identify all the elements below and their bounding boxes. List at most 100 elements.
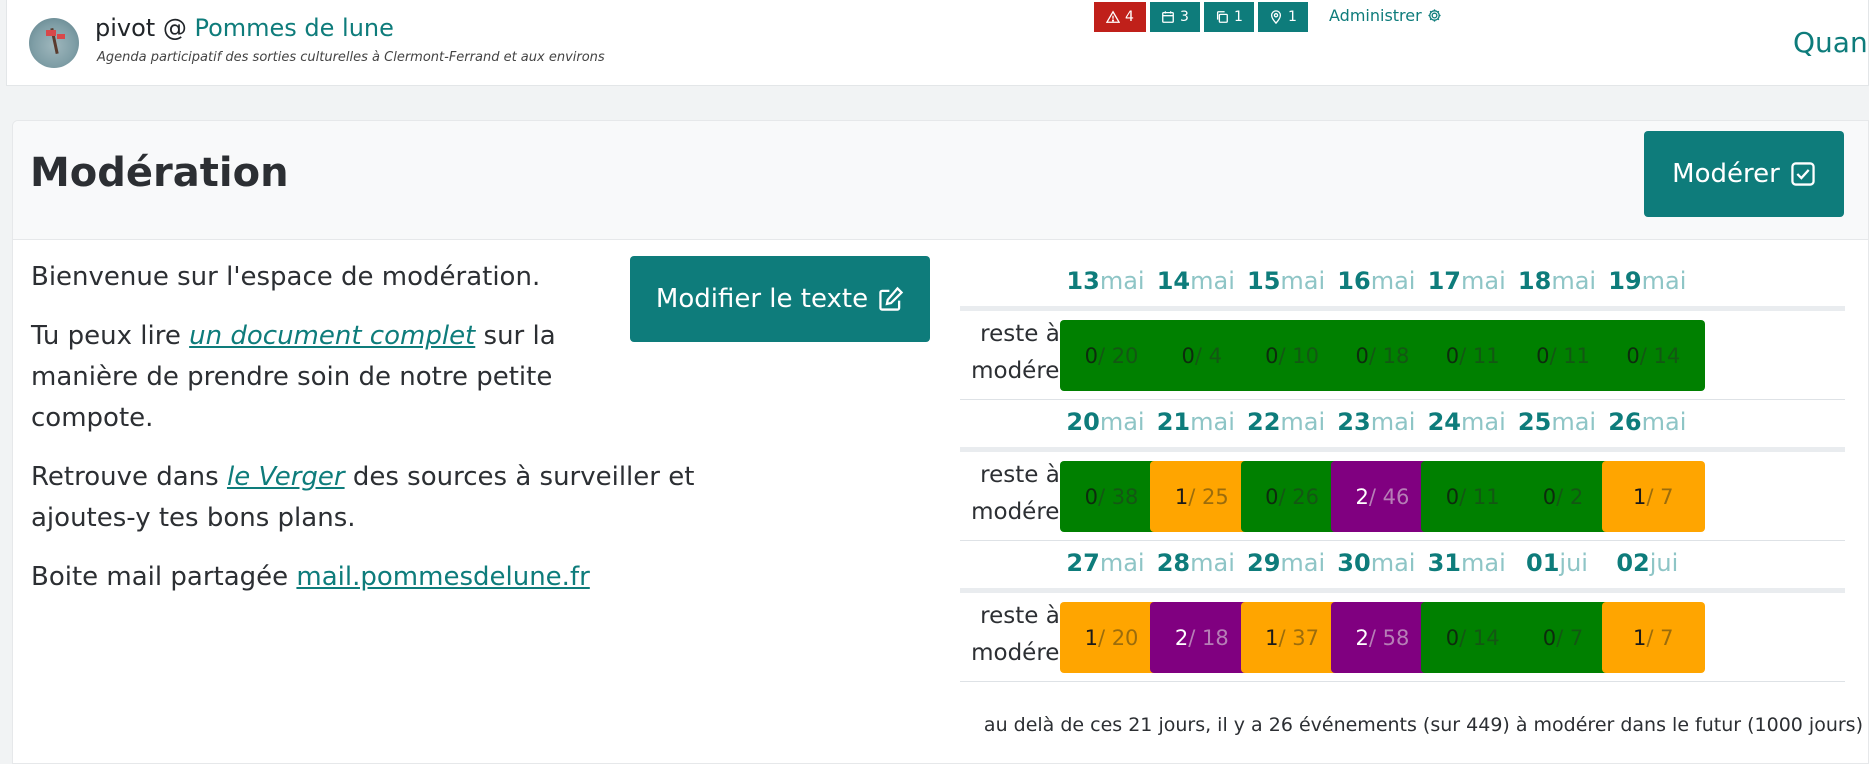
day-moderation-cell[interactable]: 2/ 58	[1330, 602, 1434, 673]
day-moderation-cell[interactable]: 0/ 14	[1421, 602, 1525, 673]
day-moderation-cell[interactable]: 0/ 10	[1240, 320, 1344, 391]
alerts-counter[interactable]: 4	[1094, 2, 1146, 32]
date-month: jui	[1649, 549, 1679, 577]
total-count: / 37	[1278, 625, 1320, 650]
date-day: 01	[1526, 549, 1560, 577]
document-link[interactable]: un document complet	[189, 321, 475, 351]
date-month: mai	[1641, 267, 1687, 295]
page-title: Modération	[30, 150, 289, 196]
mail-link[interactable]: mail.pommesdelune.fr	[296, 562, 589, 592]
remaining-count: 0	[1445, 484, 1460, 509]
date-day: 27	[1066, 549, 1100, 577]
date-month: mai	[1190, 549, 1235, 577]
remaining-count: 1	[1633, 625, 1647, 650]
remaining-count: 2	[1355, 484, 1369, 509]
date-label: 19mai	[1594, 267, 1701, 295]
brand-link[interactable]: Pommes de lune	[194, 14, 393, 42]
day-moderation-cell[interactable]: 0/ 20	[1060, 320, 1163, 391]
total-count: / 11	[1459, 343, 1500, 368]
notification-counters: 4 3 1 1	[1094, 2, 1308, 32]
date-day: 24	[1427, 408, 1461, 436]
day-moderation-cell[interactable]: 0/ 18	[1330, 320, 1434, 391]
date-day: 26	[1608, 408, 1642, 436]
events-count: 3	[1180, 9, 1189, 25]
day-moderation-cell[interactable]: 0/ 38	[1060, 461, 1163, 532]
remaining-count: 1	[1265, 625, 1279, 650]
day-moderation-cell[interactable]: 0/ 11	[1421, 461, 1525, 532]
date-day: 21	[1156, 408, 1191, 436]
total-count: / 26	[1278, 484, 1320, 509]
places-counter[interactable]: 1	[1258, 2, 1308, 32]
date-day: 02	[1616, 549, 1650, 577]
week-date-header: 13mai 14mai 15mai 16mai 17mai 18mai 19mai	[960, 259, 1845, 311]
intro-document-before: Tu peux lire	[31, 321, 190, 351]
nav-link-quand[interactable]: Quand	[1793, 26, 1869, 59]
total-count: / 11	[1549, 343, 1590, 368]
site-logo[interactable]	[29, 18, 79, 68]
edit-text-button[interactable]: Modifier le texte	[630, 256, 930, 342]
date-month: mai	[1099, 549, 1145, 577]
date-day: 17	[1427, 267, 1461, 295]
day-moderation-cell[interactable]: 1/ 7	[1601, 602, 1705, 673]
total-count: / 14	[1459, 625, 1500, 650]
remaining-count: 0	[1265, 343, 1279, 368]
date-day: 22	[1247, 408, 1281, 436]
remaining-count: 0	[1084, 343, 1098, 368]
intro-verger-before: Retrouve dans	[31, 462, 227, 492]
verger-link[interactable]: le Verger	[227, 462, 345, 492]
day-moderation-cell[interactable]: 0/ 4	[1150, 320, 1254, 391]
remaining-count: 1	[1174, 484, 1189, 509]
day-moderation-cell[interactable]: 2/ 18	[1150, 602, 1254, 673]
remaining-count: 0	[1542, 484, 1557, 509]
day-moderation-cell[interactable]: 0/ 7	[1511, 602, 1615, 673]
day-moderation-cell[interactable]: 1/ 37	[1240, 602, 1344, 673]
day-moderation-cell[interactable]: 1/ 25	[1150, 461, 1254, 532]
alerts-count: 4	[1125, 9, 1134, 25]
date-day: 23	[1337, 408, 1371, 436]
date-month: mai	[1280, 267, 1326, 295]
remaining-count: 1	[1633, 484, 1647, 509]
week-date-header: 20mai 21mai 22mai 23mai 24mai 25mai 26mai	[960, 400, 1845, 452]
total-count: / 20	[1097, 343, 1139, 368]
date-day: 15	[1247, 267, 1281, 295]
day-moderation-cell[interactable]: 2/ 46	[1330, 461, 1434, 532]
duplicates-counter[interactable]: 1	[1204, 2, 1254, 32]
copy-icon	[1217, 11, 1228, 23]
date-month: mai	[1461, 267, 1506, 295]
day-moderation-cell[interactable]: 0/ 14	[1601, 320, 1705, 391]
date-day: 31	[1427, 549, 1461, 577]
future-events-footnote: au delà de ces 21 jours, il y a 26 événe…	[983, 714, 1863, 736]
date-day: 18	[1517, 267, 1552, 295]
day-moderation-cell[interactable]: 1/ 7	[1601, 461, 1705, 532]
date-day: 20	[1066, 408, 1100, 436]
day-moderation-cell[interactable]: 0/ 11	[1511, 320, 1615, 391]
total-count: / 7	[1646, 484, 1674, 509]
day-moderation-cell[interactable]: 0/ 2	[1511, 461, 1615, 532]
site-title: pivot @ Pommes de lune	[95, 14, 394, 42]
date-month: mai	[1461, 408, 1506, 436]
day-moderation-cell[interactable]: 0/ 11	[1421, 320, 1525, 391]
moderate-button[interactable]: Modérer	[1644, 131, 1844, 217]
edit-square-icon	[879, 286, 904, 311]
intro-document: Tu peux lire un document complet sur la …	[31, 316, 591, 439]
total-count: / 38	[1097, 484, 1139, 509]
remaining-count: 0	[1355, 343, 1369, 368]
moderation-calendar: 13mai 14mai 15mai 16mai 17mai 18mai 19mai reste…	[960, 259, 1845, 682]
date-day: 28	[1156, 549, 1191, 577]
intro-mail-before: Boite mail partagée	[31, 562, 297, 592]
day-moderation-cell[interactable]: 1/ 20	[1060, 602, 1163, 673]
remaining-count: 0	[1265, 484, 1279, 509]
date-day: 29	[1247, 549, 1281, 577]
remaining-count: 0	[1536, 343, 1550, 368]
date-label: 26mai	[1594, 408, 1701, 436]
date-day: 19	[1608, 267, 1642, 295]
day-moderation-cell[interactable]: 0/ 26	[1240, 461, 1344, 532]
admin-label: Administrer	[1329, 6, 1422, 25]
date-month: mai	[1551, 408, 1597, 436]
date-month: mai	[1280, 549, 1326, 577]
admin-menu-link[interactable]: Administrer	[1329, 6, 1442, 25]
date-month: mai	[1190, 408, 1235, 436]
events-counter[interactable]: 3	[1150, 2, 1200, 32]
total-count: / 10	[1278, 343, 1320, 368]
map-pin-icon	[1270, 10, 1282, 24]
